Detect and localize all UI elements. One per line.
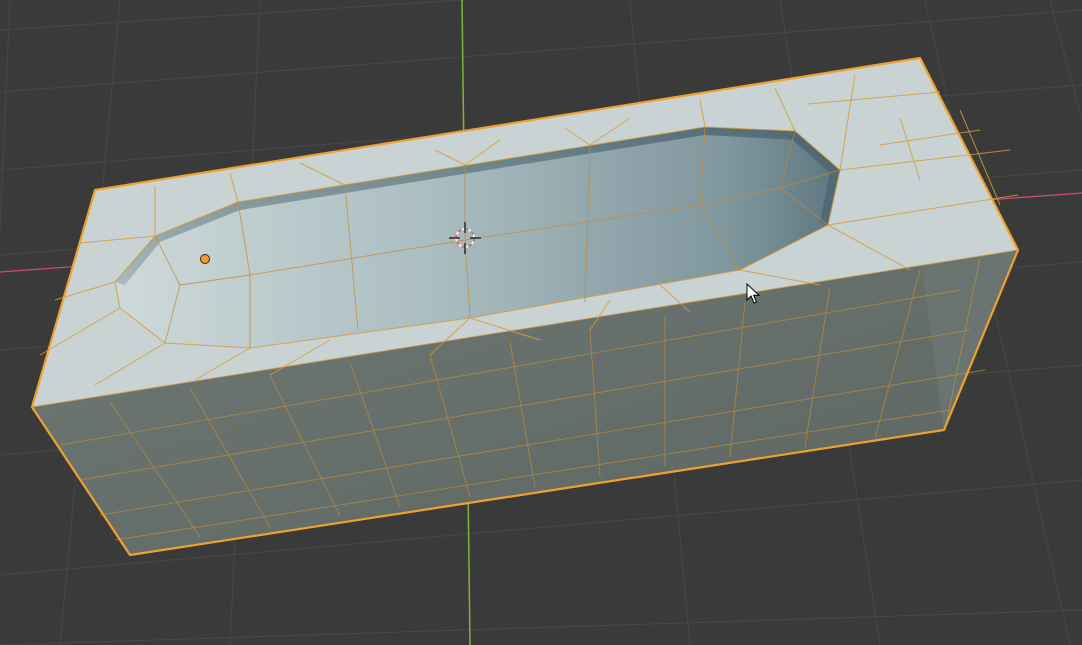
origin-dot-icon[interactable] [200, 254, 210, 264]
3d-viewport[interactable] [0, 0, 1082, 645]
viewport-scene[interactable] [0, 0, 1082, 645]
